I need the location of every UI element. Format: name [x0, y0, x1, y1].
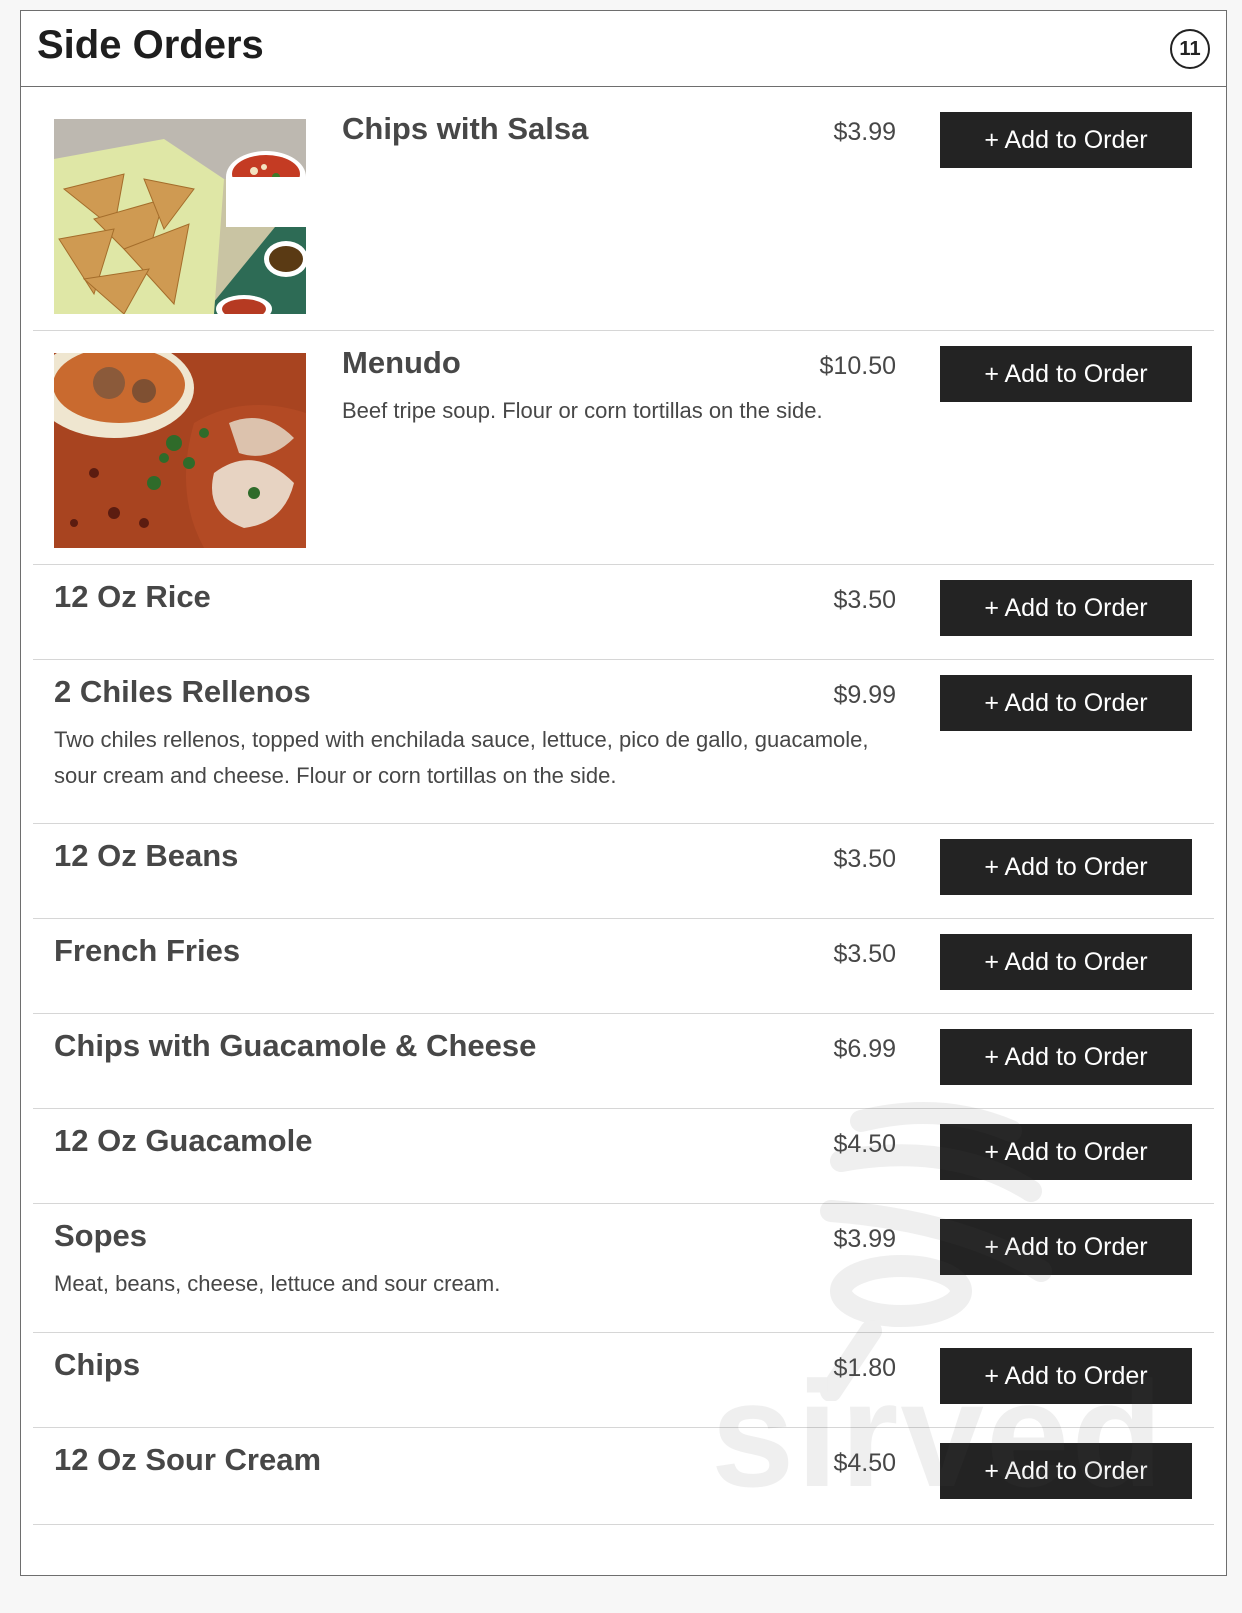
menu-item-list: Chips with Salsa $3.99 + Add to Order Me… — [21, 87, 1226, 1525]
item-price: $3.50 — [833, 586, 896, 614]
item-count-badge: 11 — [1170, 29, 1210, 69]
item-name: 2 Chiles Rellenos — [54, 674, 311, 709]
menu-item: 12 Oz Beans $3.50 + Add to Order — [33, 824, 1214, 919]
item-name: 12 Oz Rice — [54, 579, 211, 614]
item-name: Chips — [54, 1347, 141, 1382]
item-name: French Fries — [54, 933, 241, 968]
add-to-order-button[interactable]: + Add to Order — [940, 1219, 1192, 1275]
add-to-order-button[interactable]: + Add to Order — [940, 1029, 1192, 1085]
menu-item: 2 Chiles Rellenos $9.99 Two chiles relle… — [33, 660, 1214, 824]
item-name: 12 Oz Sour Cream — [54, 1442, 322, 1477]
menu-item: 12 Oz Sour Cream $4.50 + Add to Order — [33, 1428, 1214, 1525]
menu-item: Sopes $3.99 Meat, beans, cheese, lettuce… — [33, 1204, 1214, 1333]
menu-item: 12 Oz Guacamole $4.50 + Add to Order — [33, 1109, 1214, 1204]
add-to-order-button[interactable]: + Add to Order — [940, 112, 1192, 168]
add-to-order-button[interactable]: + Add to Order — [940, 934, 1192, 990]
item-price: $3.50 — [833, 940, 896, 968]
item-name: Chips with Salsa — [342, 111, 589, 146]
menu-item: 12 Oz Rice $3.50 + Add to Order — [33, 565, 1214, 660]
menudo-photo — [54, 353, 306, 548]
add-to-order-button[interactable]: + Add to Order — [940, 1443, 1192, 1499]
menu-item: Chips with Salsa $3.99 + Add to Order — [33, 87, 1214, 331]
panel-title: Side Orders — [37, 23, 264, 67]
panel-header: Side Orders 11 — [21, 11, 1226, 87]
item-description: Meat, beans, cheese, lettuce and sour cr… — [54, 1271, 501, 1296]
item-name: Menudo — [342, 345, 461, 380]
item-description: Two chiles rellenos, topped with enchila… — [54, 727, 869, 788]
item-description: Beef tripe soup. Flour or corn tortillas… — [342, 398, 823, 423]
add-to-order-button[interactable]: + Add to Order — [940, 839, 1192, 895]
menu-item: Menudo $10.50 Beef tripe soup. Flour or … — [33, 331, 1214, 565]
item-name: Chips with Guacamole & Cheese — [54, 1028, 537, 1063]
item-price: $1.80 — [833, 1354, 896, 1382]
item-name: Sopes — [54, 1218, 148, 1253]
chips-salsa-photo — [54, 119, 306, 314]
item-price: $4.50 — [833, 1130, 896, 1158]
item-price: $10.50 — [819, 352, 896, 380]
item-price: $9.99 — [833, 681, 896, 709]
item-name: 12 Oz Guacamole — [54, 1123, 313, 1158]
add-to-order-button[interactable]: + Add to Order — [940, 675, 1192, 731]
item-price: $3.50 — [833, 845, 896, 873]
add-to-order-button[interactable]: + Add to Order — [940, 1348, 1192, 1404]
side-orders-panel: Side Orders 11 Chips with Salsa $3.99 + … — [20, 10, 1227, 1576]
item-price: $3.99 — [833, 1225, 896, 1253]
item-price: $4.50 — [833, 1449, 896, 1477]
add-to-order-button[interactable]: + Add to Order — [940, 346, 1192, 402]
item-price: $6.99 — [833, 1035, 896, 1063]
menu-item: Chips $1.80 + Add to Order — [33, 1333, 1214, 1428]
menu-item: French Fries $3.50 + Add to Order — [33, 919, 1214, 1014]
item-price: $3.99 — [833, 118, 896, 146]
add-to-order-button[interactable]: + Add to Order — [940, 580, 1192, 636]
add-to-order-button[interactable]: + Add to Order — [940, 1124, 1192, 1180]
item-name: 12 Oz Beans — [54, 838, 239, 873]
menu-item: Chips with Guacamole & Cheese $6.99 + Ad… — [33, 1014, 1214, 1109]
